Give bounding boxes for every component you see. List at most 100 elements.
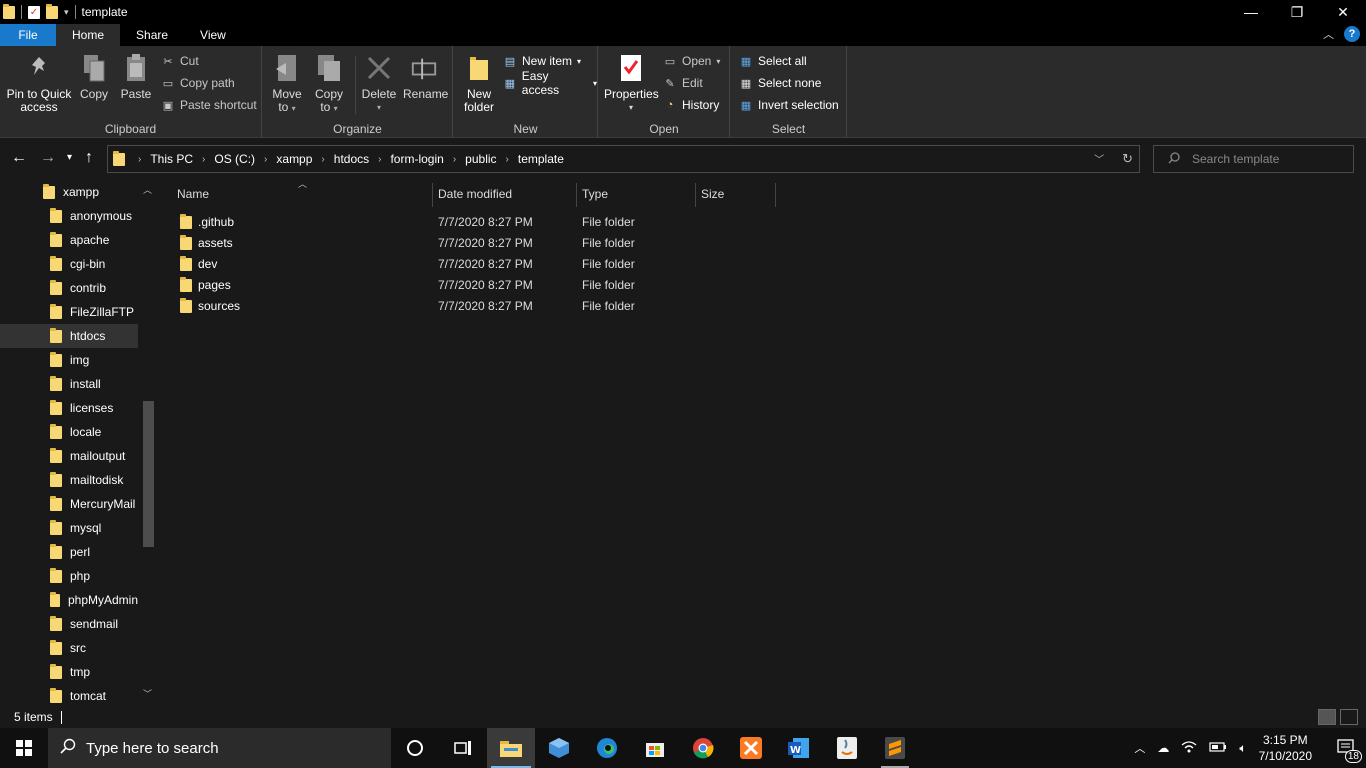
chevron-down-icon[interactable]: ▾ — [64, 7, 69, 18]
sublime-text-icon[interactable] — [871, 728, 919, 768]
tab-home[interactable]: Home — [56, 24, 121, 46]
move-to-button[interactable]: Move to ▾ — [271, 52, 303, 115]
tree-item-filezillaftp[interactable]: FileZillaFTP — [0, 300, 138, 324]
java-icon[interactable] — [823, 728, 871, 768]
copy-to-button[interactable]: Copy to ▾ — [313, 52, 345, 115]
tab-view[interactable]: View — [184, 24, 242, 46]
pin-to-quick-access-button[interactable]: Pin to Quick access — [6, 52, 72, 114]
breadcrumb-form-login[interactable]: form-login › — [390, 152, 465, 166]
file-row[interactable]: .github 7/7/2020 8:27 PM File folder — [176, 212, 776, 233]
file-row[interactable]: sources 7/7/2020 8:27 PM File folder — [176, 296, 776, 317]
tab-share[interactable]: Share — [120, 24, 184, 46]
tree-item-licenses[interactable]: licenses — [0, 396, 138, 420]
edge-browser-icon[interactable] — [583, 728, 631, 768]
up-arrow-icon[interactable]: ↑ — [85, 149, 93, 167]
tree-item-phpmyadmin[interactable]: phpMyAdmin — [0, 588, 138, 612]
new-folder-icon[interactable] — [46, 3, 58, 19]
tree-item-mysql[interactable]: mysql — [0, 516, 138, 540]
copy-button[interactable]: Copy — [78, 52, 110, 101]
tree-item-php[interactable]: php — [0, 564, 138, 588]
search-input[interactable]: Search template — [1192, 152, 1279, 166]
minimize-button[interactable]: — — [1228, 0, 1274, 24]
tree-item-contrib[interactable]: contrib — [0, 276, 138, 300]
history-button[interactable]: ◔ History — [663, 96, 720, 114]
column-divider[interactable] — [775, 183, 776, 207]
chrome-icon[interactable] — [679, 728, 727, 768]
collapse-ribbon-icon[interactable]: ︿ — [1323, 26, 1334, 42]
large-icons-view-icon[interactable] — [1340, 709, 1358, 725]
edit-button[interactable]: ✎ Edit — [663, 74, 702, 92]
help-icon[interactable]: ? — [1344, 26, 1360, 42]
properties-button[interactable]: Properties ▾ — [604, 52, 659, 114]
breadcrumb-template[interactable]: template — [518, 152, 564, 166]
tree-item-locale[interactable]: locale — [0, 420, 138, 444]
tab-file[interactable]: File — [0, 24, 56, 46]
file-row[interactable]: dev 7/7/2020 8:27 PM File folder — [176, 254, 776, 275]
breadcrumb-htdocs[interactable]: htdocs › — [334, 152, 391, 166]
tree-item-cgi-bin[interactable]: cgi-bin — [0, 252, 138, 276]
properties-icon[interactable]: ✓ — [28, 5, 40, 19]
tree-item-install[interactable]: install — [0, 372, 138, 396]
details-view-icon[interactable] — [1318, 709, 1336, 725]
refresh-icon[interactable]: ↻ — [1122, 151, 1133, 167]
rename-button[interactable]: Rename — [403, 52, 448, 101]
nav-scrollbar[interactable]: ︿ ﹀ — [141, 179, 154, 706]
taskbar-search-input[interactable]: Type here to search — [86, 740, 219, 757]
close-button[interactable]: ✕ — [1320, 0, 1366, 24]
search-box[interactable]: Search template — [1153, 145, 1354, 173]
address-bar[interactable]: › This PC › OS (C:) › xampp › htdocs › form-… — [107, 145, 1140, 173]
recent-locations-chevron-icon[interactable]: ▾ — [67, 152, 72, 163]
clock[interactable]: 3:15 PM 7/10/2020 — [1259, 732, 1312, 764]
show-hidden-icons-chevron-icon[interactable]: ︿ — [1134, 740, 1145, 756]
breadcrumb-public[interactable]: public › — [465, 152, 518, 166]
tree-item-sendmail[interactable]: sendmail — [0, 612, 138, 636]
restore-button[interactable]: ❐ — [1274, 0, 1320, 24]
scrollbar-thumb[interactable] — [143, 401, 154, 547]
word-icon[interactable]: W — [775, 728, 823, 768]
tree-item-mailtodisk[interactable]: mailtodisk — [0, 468, 138, 492]
cortana-icon[interactable] — [391, 728, 439, 768]
scroll-up-icon[interactable]: ︿ — [143, 183, 152, 196]
easy-access-button[interactable]: ▦ Easy access ▾ — [503, 69, 597, 97]
start-button[interactable] — [0, 728, 48, 768]
tree-item-tomcat[interactable]: tomcat — [0, 684, 138, 706]
column-header-name[interactable]: Name — [172, 181, 430, 207]
breadcrumb-xampp[interactable]: xampp › — [276, 152, 333, 166]
paste-button[interactable]: Paste — [118, 52, 154, 101]
cut-button[interactable]: ✂ Cut — [161, 52, 198, 70]
action-center-icon[interactable]: 18 — [1336, 738, 1362, 763]
tree-item-src[interactable]: src — [0, 636, 138, 660]
xampp-icon[interactable] — [727, 728, 775, 768]
invert-selection-button[interactable]: ▦ Invert selection — [739, 96, 839, 114]
breadcrumb-this-pc[interactable]: This PC › — [150, 152, 214, 166]
select-none-button[interactable]: ▦ Select none — [739, 74, 822, 92]
address-dropdown-icon[interactable]: ﹀ — [1094, 151, 1104, 167]
open-button[interactable]: ▭ Open ▾ — [663, 52, 721, 70]
volume-icon[interactable]: 🔈︎ — [1239, 741, 1246, 756]
copy-path-button[interactable]: ▭ Copy path — [161, 74, 235, 92]
column-header-date[interactable]: Date modified — [433, 181, 575, 207]
paste-shortcut-button[interactable]: ▣ Paste shortcut — [161, 96, 257, 114]
new-folder-button[interactable]: New folder — [462, 52, 496, 114]
file-explorer-taskbar-icon[interactable] — [487, 728, 535, 768]
file-row[interactable]: pages 7/7/2020 8:27 PM File folder — [176, 275, 776, 296]
tree-item-tmp[interactable]: tmp — [0, 660, 138, 684]
select-all-button[interactable]: ▦ Select all — [739, 52, 807, 70]
tree-item-img[interactable]: img — [0, 348, 138, 372]
onedrive-cloud-icon[interactable]: ☁ — [1157, 741, 1169, 755]
tree-item-xampp[interactable]: xampp — [0, 180, 138, 204]
microsoft-store-icon[interactable] — [631, 728, 679, 768]
tree-item-mercurymail[interactable]: MercuryMail — [0, 492, 138, 516]
taskbar-search[interactable]: Type here to search — [48, 728, 391, 768]
tree-item-apache[interactable]: apache — [0, 228, 138, 252]
tree-item-perl[interactable]: perl — [0, 540, 138, 564]
forward-arrow-icon[interactable]: → — [40, 149, 56, 167]
tree-item-htdocs[interactable]: htdocs — [0, 324, 138, 348]
new-item-button[interactable]: ▤ New item ▾ — [503, 52, 581, 70]
task-view-icon[interactable] — [439, 728, 487, 768]
column-header-type[interactable]: Type — [577, 181, 695, 207]
back-arrow-icon[interactable]: ← — [11, 149, 27, 167]
file-row[interactable]: assets 7/7/2020 8:27 PM File folder — [176, 233, 776, 254]
scroll-down-icon[interactable]: ﹀ — [143, 687, 152, 700]
delete-button[interactable]: Delete ▾ — [361, 52, 397, 114]
